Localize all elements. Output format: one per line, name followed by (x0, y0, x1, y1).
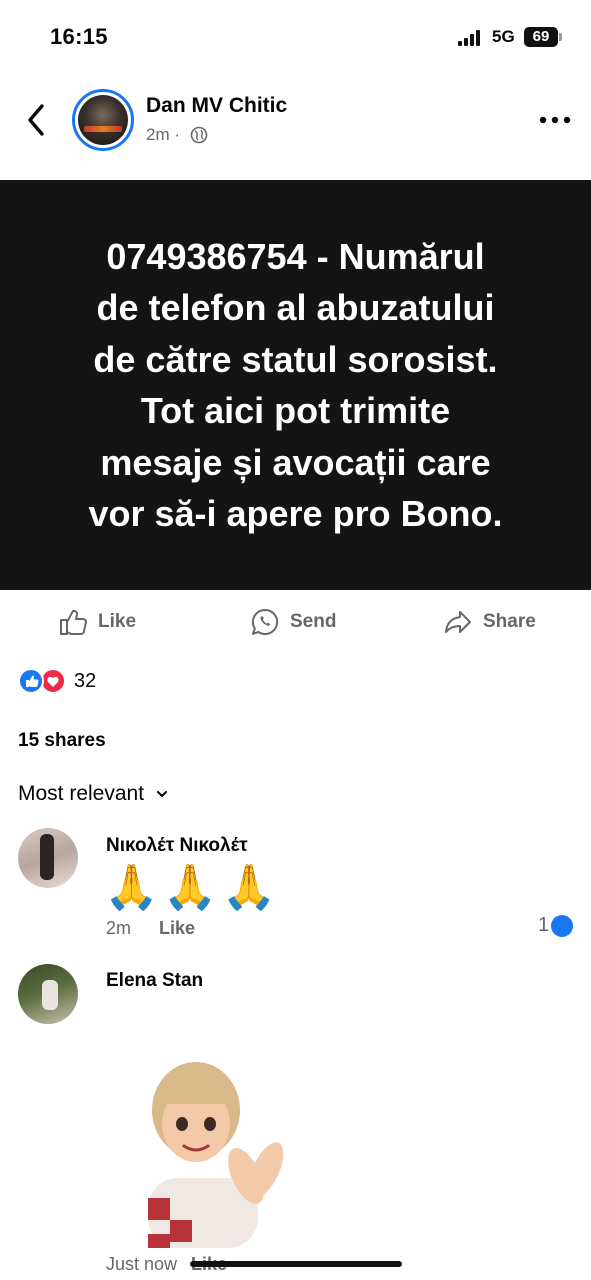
post-time: 2m · (146, 125, 180, 145)
share-button[interactable]: Share (443, 606, 536, 638)
whatsapp-icon (251, 608, 279, 635)
time-separator: · (174, 125, 181, 144)
shares-count[interactable]: 15 shares (18, 730, 106, 752)
avatar-figure (40, 834, 54, 880)
post-time-value: 2m (146, 125, 170, 144)
share-label: Share (483, 611, 536, 632)
like-reaction-icon (18, 668, 44, 694)
post-image[interactable]: 0749386754 - Numărul de telefon al abuza… (0, 180, 591, 590)
back-button[interactable] (20, 100, 52, 140)
avatar-figure (42, 980, 58, 1010)
comment-avatar[interactable] (18, 964, 78, 1024)
comment-author[interactable]: Elena Stan (106, 970, 203, 992)
comment-avatar[interactable] (18, 828, 78, 888)
comment-reaction-count[interactable]: 1 (538, 914, 574, 937)
clapping-avatar-sticker (148, 1062, 284, 1248)
home-indicator (190, 1261, 402, 1267)
author-name[interactable]: Dan MV Chitic (146, 94, 287, 118)
comment-like-button[interactable]: Like (159, 918, 195, 938)
comment-time: 2m (106, 918, 132, 938)
comment-meta: 2m Like (106, 918, 195, 939)
more-options-icon[interactable] (538, 110, 572, 130)
send-button[interactable]: Send (250, 606, 336, 638)
reaction-count: 32 (74, 669, 97, 692)
like-reaction-icon (551, 914, 574, 937)
post-text: 0749386754 - Numărul de telefon al abuza… (88, 235, 503, 535)
chevron-down-icon (157, 791, 168, 797)
comment-text: 🙏🙏🙏 (104, 863, 281, 912)
comments-sort-dropdown[interactable]: Most relevant (18, 782, 168, 806)
signal-icon (458, 30, 480, 46)
network-type: 5G (492, 27, 515, 46)
battery-icon: 69 (524, 27, 558, 47)
sort-label: Most relevant (18, 782, 145, 805)
avatar-image (78, 95, 128, 145)
like-label: Like (98, 611, 137, 632)
like-button[interactable]: Like (58, 606, 136, 638)
thumbs-up-icon (60, 610, 87, 635)
action-bar: Like Send Share (0, 590, 591, 652)
comment-author[interactable]: Νικολέτ Νικολέτ (106, 835, 248, 857)
status-time: 16:15 (50, 24, 108, 49)
post-header: Dan MV Chitic 2m · (0, 76, 591, 180)
status-bar: 16:15 5G 69 (0, 0, 591, 76)
globe-icon (190, 126, 208, 144)
comment-time: Just now (106, 1254, 178, 1274)
reactions-summary[interactable]: 32 (18, 666, 96, 696)
comment-reaction-number: 1 (538, 914, 550, 936)
battery-tip (559, 33, 562, 41)
avatar-band (84, 126, 122, 132)
author-avatar[interactable] (72, 89, 134, 151)
send-label: Send (290, 611, 337, 632)
share-arrow-icon (445, 611, 471, 633)
